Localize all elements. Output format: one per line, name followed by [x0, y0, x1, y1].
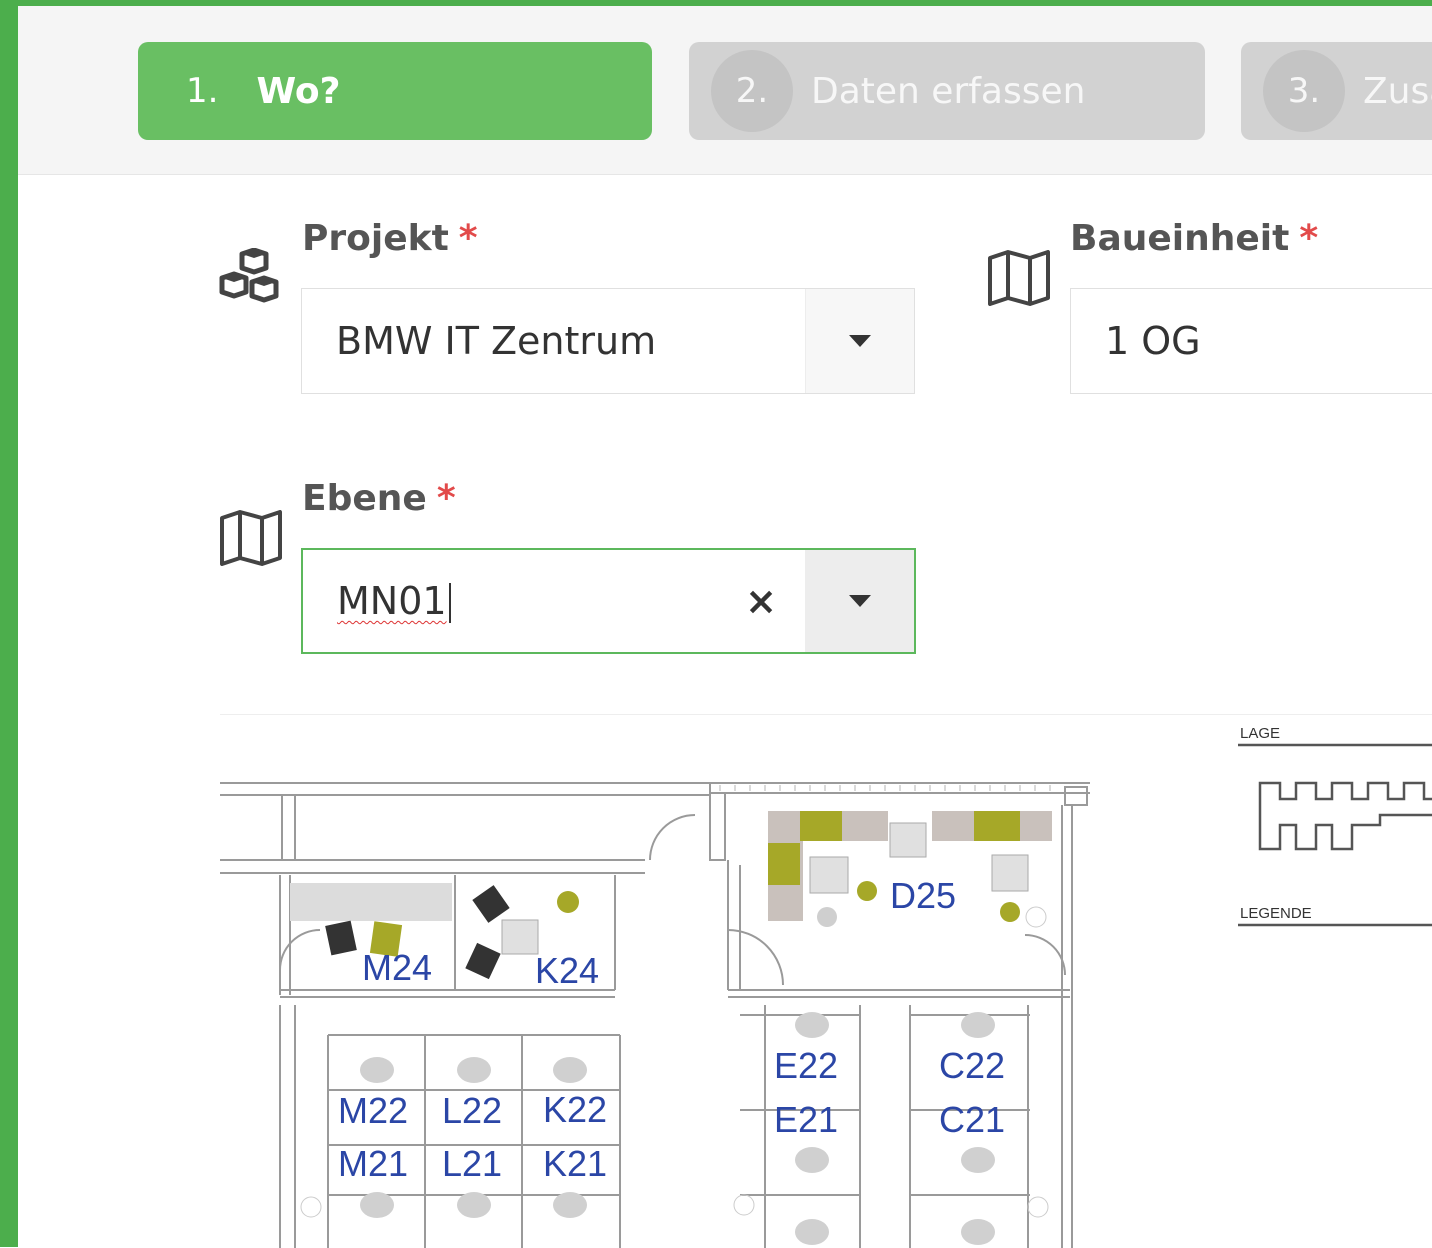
ebene-input[interactable]: MN01 — [303, 579, 745, 624]
projekt-select[interactable]: BMW IT Zentrum — [301, 288, 915, 394]
cubes-icon — [218, 247, 286, 312]
room-label[interactable]: L22 — [442, 1090, 502, 1132]
wizard-stepbar: 1. Wo? 2. Daten erfassen 3. Zusa — [18, 6, 1432, 175]
legende-label: LEGENDE — [1240, 905, 1312, 922]
required-asterisk: * — [436, 478, 456, 519]
step-2-label: Daten erfassen — [811, 70, 1086, 112]
ebene-dropdown-toggle[interactable] — [805, 550, 914, 652]
map-icon — [986, 250, 1052, 310]
baueinheit-select[interactable]: 1 OG — [1070, 288, 1432, 394]
required-asterisk: * — [458, 218, 478, 259]
projekt-label: Projekt * — [302, 218, 478, 259]
projekt-dropdown-toggle[interactable] — [805, 289, 914, 393]
room-label[interactable]: K24 — [535, 950, 599, 992]
caret-down-icon — [849, 595, 871, 607]
caret-down-icon — [849, 335, 871, 347]
room-label[interactable]: K21 — [543, 1143, 607, 1185]
room-label[interactable]: K22 — [543, 1089, 607, 1131]
clear-icon[interactable]: × — [745, 579, 777, 623]
step-3-number: 3. — [1263, 50, 1345, 132]
room-label[interactable]: M22 — [338, 1090, 408, 1132]
room-label[interactable]: C21 — [939, 1099, 1005, 1141]
ebene-value: MN01 — [337, 578, 447, 623]
map-icon — [218, 510, 284, 570]
step-3-zusammenfassung[interactable]: 3. Zusa — [1241, 42, 1432, 140]
room-label[interactable]: D25 — [890, 875, 956, 917]
step-3-label: Zusa — [1363, 70, 1432, 112]
room-label[interactable]: C22 — [939, 1045, 1005, 1087]
step-2-daten-erfassen[interactable]: 2. Daten erfassen — [689, 42, 1205, 140]
baueinheit-label: Baueinheit * — [1070, 218, 1319, 259]
floorplan-image[interactable]: LAGE LEGENDE M24 K24 D25 M22 L22 K22 M21… — [220, 714, 1432, 1248]
text-cursor — [448, 583, 451, 624]
baueinheit-value: 1 OG — [1105, 319, 1201, 363]
lage-label: LAGE — [1240, 725, 1281, 742]
step-1-label: Wo? — [256, 70, 341, 112]
room-label[interactable]: M24 — [362, 947, 432, 989]
room-label[interactable]: M21 — [338, 1143, 408, 1185]
required-asterisk: * — [1299, 218, 1319, 259]
step-1-number: 1. — [186, 71, 219, 111]
ebene-label: Ebene * — [302, 478, 456, 519]
room-label[interactable]: E21 — [774, 1099, 838, 1141]
room-label[interactable]: E22 — [774, 1045, 838, 1087]
projekt-value: BMW IT Zentrum — [336, 319, 657, 363]
left-frame-border — [0, 0, 18, 1247]
step-2-number: 2. — [711, 50, 793, 132]
ebene-select[interactable]: MN01 × — [301, 548, 916, 654]
room-label[interactable]: L21 — [442, 1143, 502, 1185]
step-1-wo[interactable]: 1. Wo? — [138, 42, 652, 140]
